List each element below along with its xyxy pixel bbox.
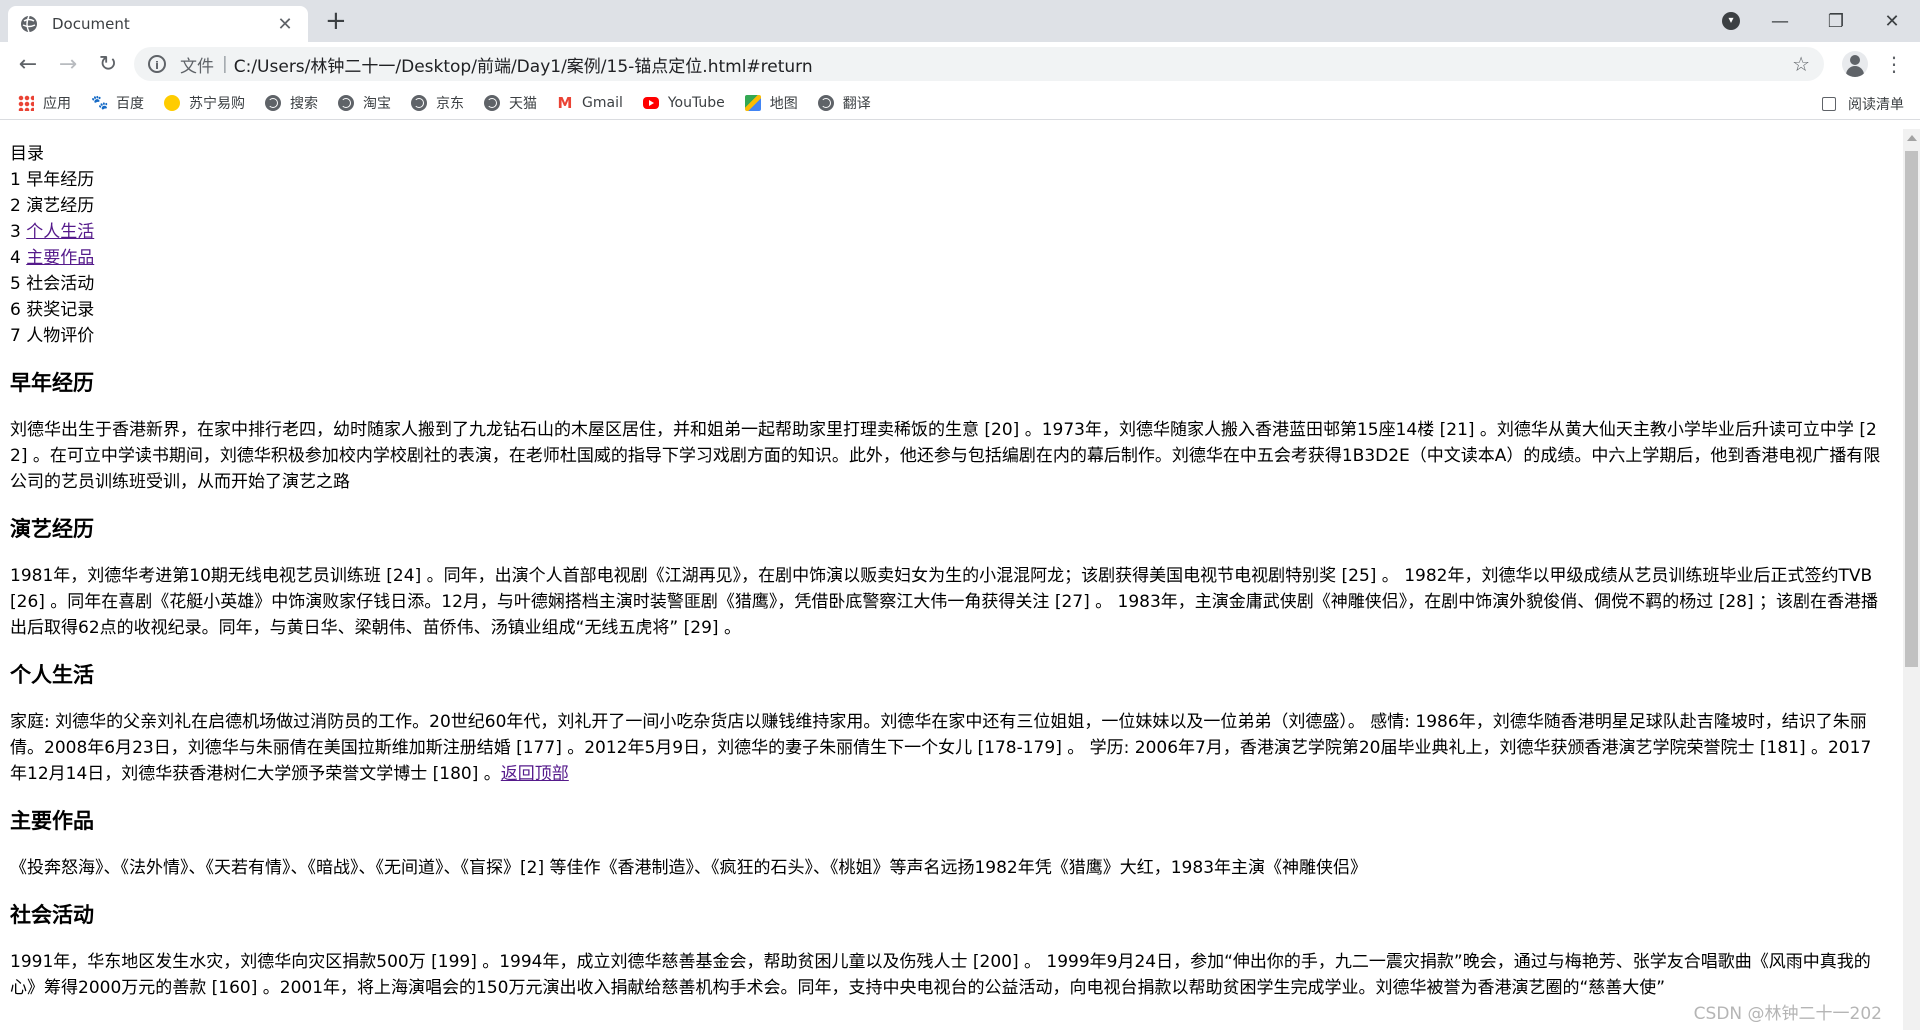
page-content: 目录 1 早年经历 2 演艺经历 3 个人生活 4 主要作品 5 社会活动 6 … xyxy=(10,141,1884,1001)
bookmark-star-icon[interactable]: ☆ xyxy=(1792,52,1810,76)
restore-icon[interactable]: ❐ xyxy=(1808,11,1864,32)
maps-icon xyxy=(744,94,761,111)
youtube-icon xyxy=(642,96,659,109)
toc-item: 1 早年经历 xyxy=(10,170,95,190)
toc-link-main-works[interactable]: 主要作品 xyxy=(26,248,94,268)
bookmark-label: 地图 xyxy=(769,95,798,112)
scrollbar-thumb[interactable] xyxy=(1905,151,1918,667)
toc-item: 7 人物评价 xyxy=(10,326,95,346)
bookmark-taobao[interactable]: 淘宝 xyxy=(338,93,391,113)
gmail-icon: M xyxy=(557,93,573,112)
globe-icon xyxy=(411,94,427,111)
bookmark-label: 翻译 xyxy=(842,95,871,112)
bookmark-baidu[interactable]: 🐾 百度 xyxy=(91,93,144,113)
toc-link-personal-life[interactable]: 个人生活 xyxy=(26,222,94,242)
tab-title: Document xyxy=(52,15,130,33)
bookmark-label: YouTube xyxy=(667,94,725,111)
bookmark-maps[interactable]: 地图 xyxy=(744,93,798,113)
toc-item: 5 社会活动 xyxy=(10,274,95,294)
url-scheme-label: 文件 xyxy=(180,56,214,77)
section-heading-career: 演艺经历 xyxy=(10,517,94,541)
bookmark-jd[interactable]: 京东 xyxy=(411,93,464,113)
toc-title: 目录 xyxy=(10,144,44,164)
toc-item: 6 获奖记录 xyxy=(10,300,95,320)
bookmark-label: 淘宝 xyxy=(363,95,391,112)
bookmark-label: 天猫 xyxy=(509,95,537,112)
bookmark-search[interactable]: 搜索 xyxy=(265,93,318,113)
browser-tab[interactable]: Document ✕ xyxy=(8,6,308,42)
scroll-up-arrow-icon[interactable] xyxy=(1907,135,1917,141)
bookmark-label: 百度 xyxy=(116,95,144,112)
globe-icon xyxy=(265,94,281,111)
tab-strip: Document ✕ + ▾ — ❐ ✕ xyxy=(0,0,1920,42)
section-text-career: 1981年，刘德华考进第10期无线电视艺员训练班 [24] 。同年，出演个人首部… xyxy=(10,566,1879,638)
suning-icon xyxy=(164,94,180,111)
table-of-contents: 目录 1 早年经历 2 演艺经历 3 个人生活 4 主要作品 5 社会活动 6 … xyxy=(10,141,1884,349)
toc-item: 3 个人生活 xyxy=(10,222,95,242)
bookmark-label: 京东 xyxy=(436,95,464,112)
back-to-top-link[interactable]: 返回顶部 xyxy=(501,764,569,784)
new-tab-icon[interactable]: + xyxy=(325,8,347,34)
bookmark-translate[interactable]: 翻译 xyxy=(817,93,871,113)
vertical-scrollbar[interactable] xyxy=(1903,129,1920,1030)
section-heading-social: 社会活动 xyxy=(10,903,94,927)
section-text-personal: 家庭: 刘德华的父亲刘礼在启德机场做过消防员的工作。20世纪60年代，刘礼开了一… xyxy=(10,712,1872,784)
url-separator: | xyxy=(222,54,228,74)
address-bar[interactable]: i 文件 | C:/Users/林钟二十一/Desktop/前端/Day1/案例… xyxy=(134,47,1824,81)
section-text-early: 刘德华出生于香港新界，在家中排行老四，幼时随家人搬到了九龙钻石山的木屋区居住，并… xyxy=(10,420,1881,492)
globe-icon xyxy=(817,94,834,111)
url-text[interactable]: C:/Users/林钟二十一/Desktop/前端/Day1/案例/15-锚点定… xyxy=(234,52,1792,77)
globe-icon xyxy=(484,94,500,111)
watermark: CSDN @林钟二十一202 xyxy=(1693,1004,1882,1024)
reload-icon[interactable]: ↻ xyxy=(88,52,128,77)
back-arrow-icon[interactable]: ← xyxy=(8,52,48,77)
bookmark-youtube[interactable]: YouTube xyxy=(642,94,725,111)
page-viewport: 目录 1 早年经历 2 演艺经历 3 个人生活 4 主要作品 5 社会活动 6 … xyxy=(0,129,1920,1030)
toc-item: 2 演艺经历 xyxy=(10,196,95,216)
baidu-paw-icon: 🐾 xyxy=(91,94,109,111)
bookmark-label: 搜索 xyxy=(290,95,318,112)
profile-avatar-icon[interactable] xyxy=(1842,51,1868,77)
bookmark-label: 苏宁易购 xyxy=(189,95,245,112)
more-menu-icon[interactable]: ⋮ xyxy=(1884,52,1904,76)
reading-list-icon xyxy=(1822,97,1836,111)
bookmark-suning[interactable]: 苏宁易购 xyxy=(164,93,245,113)
section-heading-personal: 个人生活 xyxy=(10,663,94,687)
globe-icon xyxy=(338,94,354,111)
globe-icon xyxy=(21,15,37,33)
section-text-works: 《投奔怒海》、《法外情》、《天若有情》、《暗战》、《无间道》、《盲探》[2] 等… xyxy=(10,858,1368,878)
toc-item: 4 主要作品 xyxy=(10,248,95,268)
apps-grid-icon xyxy=(18,94,34,111)
bookmarks-bar: 应用 🐾 百度 苏宁易购 搜索 淘宝 京东 天猫 M Gmail YouTube… xyxy=(0,86,1920,120)
section-heading-early: 早年经历 xyxy=(10,371,94,395)
info-icon[interactable]: i xyxy=(148,55,166,73)
forward-arrow-icon[interactable]: → xyxy=(48,52,88,77)
bookmark-label: 应用 xyxy=(43,95,71,112)
minimize-icon[interactable]: — xyxy=(1752,11,1808,32)
reading-list-label: 阅读清单 xyxy=(1848,97,1904,113)
window-close-icon[interactable]: ✕ xyxy=(1864,11,1920,32)
bookmark-apps[interactable]: 应用 xyxy=(18,93,71,113)
bookmark-gmail[interactable]: M Gmail xyxy=(557,95,623,111)
bookmark-tmall[interactable]: 天猫 xyxy=(484,93,537,113)
reading-list-button[interactable]: 阅读清单 xyxy=(1822,94,1904,114)
tab-search-icon[interactable]: ▾ xyxy=(1722,12,1740,30)
bookmark-label: Gmail xyxy=(582,94,623,111)
section-heading-works: 主要作品 xyxy=(10,809,94,833)
close-tab-icon[interactable]: ✕ xyxy=(274,14,296,35)
window-controls: — ❐ ✕ xyxy=(1752,0,1920,42)
browser-toolbar: ← → ↻ i 文件 | C:/Users/林钟二十一/Desktop/前端/D… xyxy=(0,42,1920,86)
section-text-social: 1991年，华东地区发生水灾，刘德华向灾区捐款500万 [199] 。1994年… xyxy=(10,952,1871,998)
